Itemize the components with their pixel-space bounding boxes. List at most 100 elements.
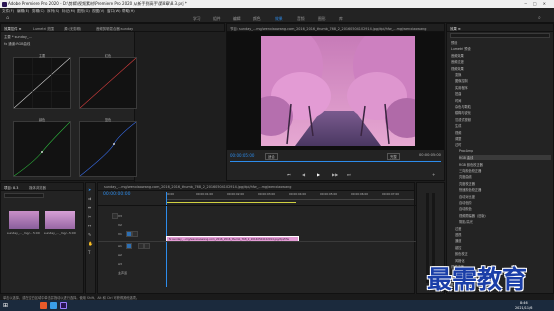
- tab-effect-controls[interactable]: 效果控件 ≡: [4, 26, 21, 31]
- effects-tree-item[interactable]: 视频效果: [451, 66, 464, 71]
- taskbar-premiere-icon[interactable]: [60, 302, 67, 309]
- effects-tree-item[interactable]: RGB 颜色校正器: [459, 162, 483, 167]
- curve-blue[interactable]: 蓝色: [79, 118, 137, 177]
- effects-tree-item[interactable]: 亮度校正器: [459, 181, 475, 186]
- ripple-edit-icon[interactable]: ⇹: [88, 205, 91, 210]
- effects-tree-item[interactable]: 视频限幅器（旧版）: [459, 213, 488, 218]
- effects-tree-item[interactable]: 亮度曲线: [459, 174, 472, 179]
- effects-tree-item[interactable]: 键控: [455, 245, 461, 250]
- effects-tree-item[interactable]: 变换: [455, 72, 461, 77]
- effects-tree-item[interactable]: 快速颜色校正器: [459, 187, 481, 192]
- effects-tree-item[interactable]: 视频: [455, 130, 461, 135]
- effects-tree-item[interactable]: 颜色校正: [455, 251, 468, 256]
- program-playhead-bar[interactable]: [230, 161, 441, 162]
- effects-search-input[interactable]: [450, 33, 550, 38]
- curve-master[interactable]: 主要: [13, 54, 71, 109]
- timeline-sequence-tab[interactable]: sunday_...mg/wenxiaowang.com_2016_2016_t…: [104, 185, 404, 189]
- workspace-tab-graphics[interactable]: 图形: [318, 16, 326, 22]
- effects-tree-item[interactable]: 自动色阶: [459, 200, 472, 205]
- effects-tree-item[interactable]: 调整: [455, 136, 461, 141]
- curve-red[interactable]: 红色: [79, 54, 137, 109]
- program-viewer[interactable]: [227, 32, 444, 150]
- add-button[interactable]: +: [432, 172, 435, 177]
- pen-icon[interactable]: ✎: [88, 232, 91, 237]
- project-item-thumbnail[interactable]: [9, 211, 39, 229]
- track-eye-icon[interactable]: [132, 231, 138, 237]
- effects-tree-item[interactable]: 杂色与颗粒: [455, 104, 471, 109]
- zoom-fit-select[interactable]: 适合: [265, 153, 278, 160]
- taskbar-app-icon[interactable]: [40, 302, 47, 309]
- windows-start-icon[interactable]: ⊞: [3, 302, 8, 309]
- maximize-button[interactable]: □: [533, 1, 543, 6]
- effects-tree-item[interactable]: 实用程序: [455, 85, 468, 90]
- curve-green[interactable]: 绿色: [13, 118, 71, 177]
- track-target-a1[interactable]: [126, 243, 132, 249]
- watermark-logo: 最需教育: [427, 265, 528, 294]
- workspace-tab-color[interactable]: 颜色: [253, 16, 261, 22]
- tab-source[interactable]: 源:(无剪辑): [64, 26, 81, 31]
- hand-icon[interactable]: ✋: [88, 241, 93, 246]
- effects-tree-item[interactable]: 透视: [455, 232, 461, 237]
- track-label-v2: V2: [118, 223, 122, 227]
- minimize-button[interactable]: ─: [524, 1, 532, 6]
- project-item-duration: 5:00: [69, 231, 76, 235]
- play-button[interactable]: ▶: [317, 172, 320, 177]
- home-icon[interactable]: ⌂: [6, 15, 9, 21]
- timeline-timecode[interactable]: 00:00:00:00: [103, 192, 130, 197]
- effects-tree-item[interactable]: 自动颜色: [459, 206, 472, 211]
- workspace-tab-effects[interactable]: 效果: [275, 16, 283, 22]
- tab-media-browser[interactable]: 媒体浏览器: [29, 185, 46, 190]
- effects-tree-item[interactable]: 过渡: [455, 226, 461, 231]
- track-lock-button[interactable]: [112, 213, 118, 219]
- selection-tool-icon[interactable]: ➤: [88, 187, 91, 192]
- effects-tree-item[interactable]: 音频效果: [451, 53, 464, 58]
- step-forward-button[interactable]: ⏭: [347, 172, 351, 177]
- workspace-tab-editing[interactable]: 编辑: [233, 16, 241, 22]
- track-solo-button[interactable]: [144, 243, 150, 249]
- step-back-button[interactable]: ⏮: [287, 172, 291, 177]
- effects-tree-item[interactable]: 沉浸式视频: [455, 117, 471, 122]
- tab-project[interactable]: 项目: 8.3: [4, 185, 18, 190]
- effects-tree-item[interactable]: 过时: [455, 142, 461, 147]
- project-search-input[interactable]: [4, 193, 44, 198]
- project-item-name: sunday_..._mg/...: [44, 231, 70, 235]
- project-item-thumbnail[interactable]: [45, 211, 75, 229]
- curve-red-graph: [79, 57, 137, 109]
- next-frame-button[interactable]: ▶▶: [332, 172, 338, 177]
- resolution-select[interactable]: 完整: [387, 153, 400, 160]
- track-select-icon[interactable]: ⇉: [88, 196, 91, 201]
- search-icon[interactable]: ⌕: [538, 15, 541, 21]
- workspace-tab-libraries[interactable]: 库: [339, 16, 343, 22]
- effects-tree-item[interactable]: 预设: [451, 40, 457, 45]
- effects-tree-item[interactable]: 图像控制: [455, 78, 468, 83]
- effects-tree-item[interactable]: 通道: [455, 238, 461, 243]
- close-button[interactable]: ✕: [543, 1, 552, 6]
- workspace-tab-learn[interactable]: 学习: [193, 16, 201, 22]
- effects-tree-item[interactable]: RGB 曲线: [459, 155, 551, 161]
- effects-tree-item[interactable]: 阴影/高光: [459, 219, 473, 224]
- taskbar-app-icon[interactable]: [50, 302, 57, 309]
- effects-tree-item[interactable]: 自动对比度: [459, 194, 475, 199]
- effects-tree-item[interactable]: 三向颜色校正器: [459, 168, 481, 173]
- program-timecode-current[interactable]: 00:00:05:00: [230, 153, 254, 158]
- workspace-tab-audio[interactable]: 音频: [297, 16, 305, 22]
- type-icon[interactable]: T: [88, 250, 90, 255]
- tab-lumetri-scopes[interactable]: Lumetri 范围: [33, 26, 54, 31]
- effects-tree-item[interactable]: 模糊与锐化: [455, 110, 471, 115]
- effects-tree-item[interactable]: 生成: [455, 123, 461, 128]
- prev-frame-button[interactable]: ◀: [302, 172, 305, 177]
- effects-tree-item[interactable]: 时间: [455, 98, 461, 103]
- work-area-bar[interactable]: [166, 202, 296, 203]
- razor-icon[interactable]: ✂: [88, 214, 91, 219]
- effects-tree-item[interactable]: Lumetri 预设: [451, 46, 471, 51]
- effects-tree-item[interactable]: 音频过渡: [451, 59, 464, 64]
- tab-audio-clip-mixer[interactable]: 音频剪辑混合器:sunday: [96, 26, 133, 31]
- timeline-ruler[interactable]: 00:00 00:00:01:00 00:00:02:00 00:00:03:0…: [166, 192, 414, 200]
- effects-tree-item[interactable]: ProcAmp: [459, 149, 473, 153]
- effect-row[interactable]: fx 通道:RGB曲线: [4, 41, 30, 46]
- workspace-tab-assembly[interactable]: 组件: [213, 16, 221, 22]
- slip-icon[interactable]: ↔: [88, 223, 91, 228]
- track-label-v3: V3: [118, 214, 122, 218]
- project-item-name: sunday_..._mg/...: [7, 231, 33, 235]
- effects-tree-item[interactable]: 扭曲: [455, 91, 461, 96]
